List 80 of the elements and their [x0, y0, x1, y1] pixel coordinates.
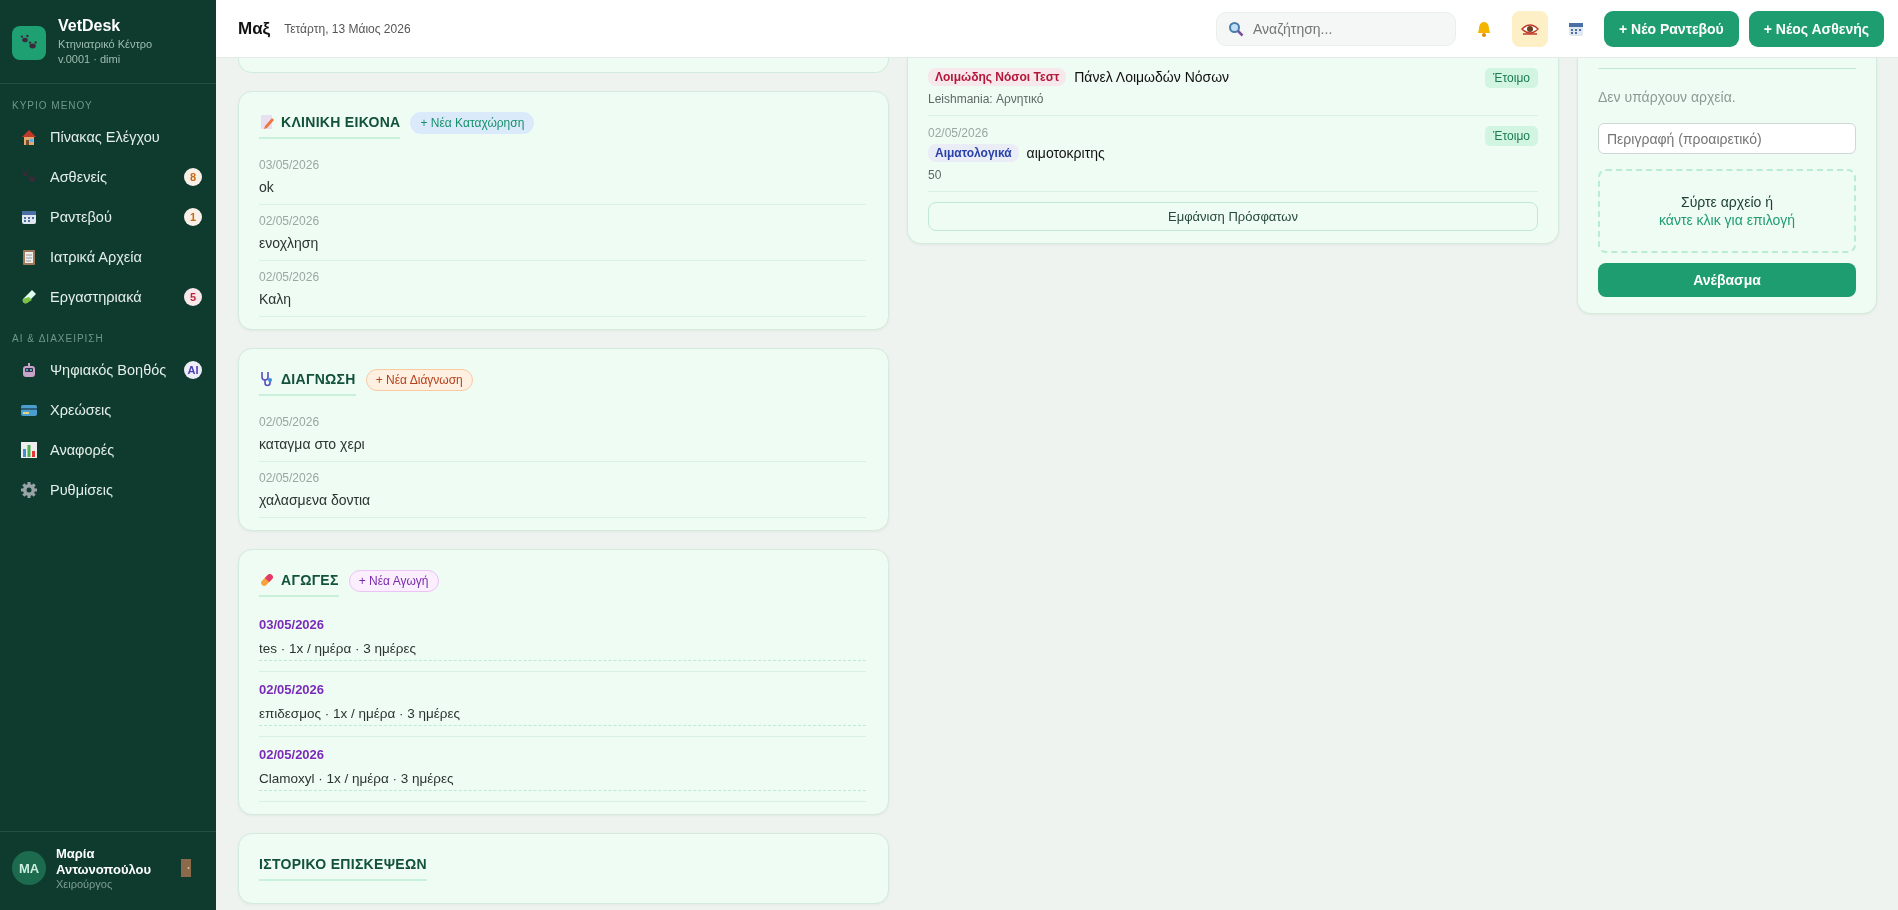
entry-text: ok [259, 179, 275, 195]
entry-text: Καλη [259, 291, 293, 307]
nav-item[interactable]: Εργαστηριακά 5 [0, 277, 216, 317]
entry-text: επιδεσμος · 1x / ημέρα · 3 ημέρες [259, 706, 866, 726]
entry-date: 03/05/2026 [259, 617, 326, 632]
stethoscope-icon [259, 371, 275, 387]
category-tag: Αιματολογικά [928, 144, 1019, 162]
nav-item[interactable]: Ψηφιακός Βοηθός AI [0, 350, 216, 390]
nav-label: Ψηφιακός Βοηθός [50, 362, 168, 378]
test-result: Leishmania: Αρνητικό [928, 92, 1045, 106]
calendar-icon [20, 208, 38, 226]
count-badge: 5 [184, 288, 202, 306]
add-entry-button[interactable]: + Νέα Αγωγή [348, 569, 439, 592]
user-avatar: MA [12, 851, 46, 885]
count-badge: AI [184, 361, 202, 379]
nav-item[interactable]: Ασθενείς 8 [0, 157, 216, 197]
status-badge: Έτοιμο [1485, 68, 1538, 88]
nav-item[interactable]: Πίνακας Ελέγχου [0, 117, 216, 157]
nav-label: Εργαστηριακά [50, 289, 143, 305]
nav-label: Αναφορές [50, 442, 116, 458]
nav-item[interactable]: Χρεώσεις [0, 390, 216, 430]
add-entry-button[interactable]: + Νέα Διάγνωση [365, 368, 473, 391]
nav-label: Πίνακας Ελέγχου [50, 129, 161, 145]
count-badge: 1 [184, 208, 202, 226]
clinic-name: Κτηνιατρικό Κέντρο [58, 38, 153, 50]
view-toggle-button[interactable] [1511, 10, 1548, 47]
nav-label: Χρεώσεις [50, 402, 113, 418]
section-label: ΚΥΡΙΟ ΜΕΝΟΥ [11, 100, 94, 111]
nav-label: Ιατρικά Αρχεία [50, 249, 143, 265]
entry-date: 02/05/2026 [259, 682, 326, 697]
entry-text: tes · 1x / ημέρα · 3 ημέρες [259, 641, 866, 661]
test-result: 50 [928, 168, 943, 182]
user-role: Χειρούργος [56, 878, 114, 890]
nav-label: Ρυθμίσεις [50, 482, 114, 498]
file-drop-zone[interactable]: Σύρτε αρχείο ή κάντε κλικ για επιλογή [1598, 169, 1856, 253]
entry-text: Clamoxyl · 1x / ημέρα · 3 ημέρες [259, 771, 866, 791]
category-tag: Λοιμώδης Νόσοι Τεστ [928, 68, 1067, 86]
entry-date: 02/05/2026 [259, 471, 321, 485]
section-title: ΑΓΩΓΕΣ [281, 572, 339, 588]
section-label: AI & ΔΙΑΧΕΙΡΙΣΗ [11, 333, 105, 344]
result-date: 02/05/2026 [928, 126, 990, 140]
show-recent-button[interactable]: Εμφάνιση Πρόσφατων [928, 202, 1538, 231]
door-icon[interactable] [180, 858, 192, 878]
clipboard-icon [20, 248, 38, 266]
current-date: Τετάρτη, 13 Μάιος 2026 [284, 21, 411, 36]
settings-icon [20, 481, 38, 499]
entry-date: 02/05/2026 [259, 270, 321, 284]
section-title: ΙΣΤΟΡΙΚΟ ΕΠΙΣΚΕΨΕΩΝ [259, 856, 427, 872]
app-name: VetDesk [58, 17, 122, 35]
nav-item[interactable]: Ιατρικά Αρχεία [0, 237, 216, 277]
entry-text: καταγμα στο χερι [259, 436, 366, 452]
section-title: ΚΛΙΝΙΚΗ ΕΙΚΟΝΑ [281, 114, 401, 130]
test-name: αιμοτοκριτης [1026, 145, 1105, 161]
drop-instructions: Σύρτε αρχείο ή κάντε κλικ για επιλογή [1657, 193, 1797, 229]
page-title: Μαξ [238, 18, 271, 39]
description-field[interactable]: Περιγραφή (προαιρετικό) [1598, 123, 1856, 154]
bar-chart-icon [20, 441, 38, 459]
count-badge: 8 [184, 168, 202, 186]
test-tube-icon [20, 288, 38, 306]
memo-icon [259, 114, 275, 130]
entry-date: 03/05/2026 [259, 158, 321, 172]
entry-date: 02/05/2026 [259, 415, 321, 429]
robot-icon [20, 361, 38, 379]
nav-item[interactable]: Ρυθμίσεις [0, 470, 216, 510]
test-name: Πάνελ Λοιμωδών Νόσων [1074, 69, 1230, 85]
app-version: v.0001 · dimi [58, 53, 122, 65]
nav-label: Ραντεβού [50, 209, 113, 225]
house-icon [20, 128, 38, 146]
nav-item[interactable]: Αναφορές [0, 430, 216, 470]
user-name: Μαρία Αντωνοπούλου [56, 846, 153, 878]
entry-text: χαλασμενα δοντια [259, 492, 372, 508]
entry-text: ενοχληση [259, 235, 320, 251]
entry-date: 02/05/2026 [259, 214, 321, 228]
nav-label: Ασθενείς [50, 169, 109, 185]
section-title: ΔΙΑΓΝΩΣΗ [281, 371, 356, 387]
nav-item[interactable]: Ραντεβού 1 [0, 197, 216, 237]
empty-message: Δεν υπάρχουν αρχεία. [1598, 89, 1737, 105]
status-badge: Έτοιμο [1485, 126, 1538, 146]
search-field[interactable]: Αναζήτηση... [1215, 11, 1456, 46]
entry-date: 02/05/2026 [259, 747, 326, 762]
